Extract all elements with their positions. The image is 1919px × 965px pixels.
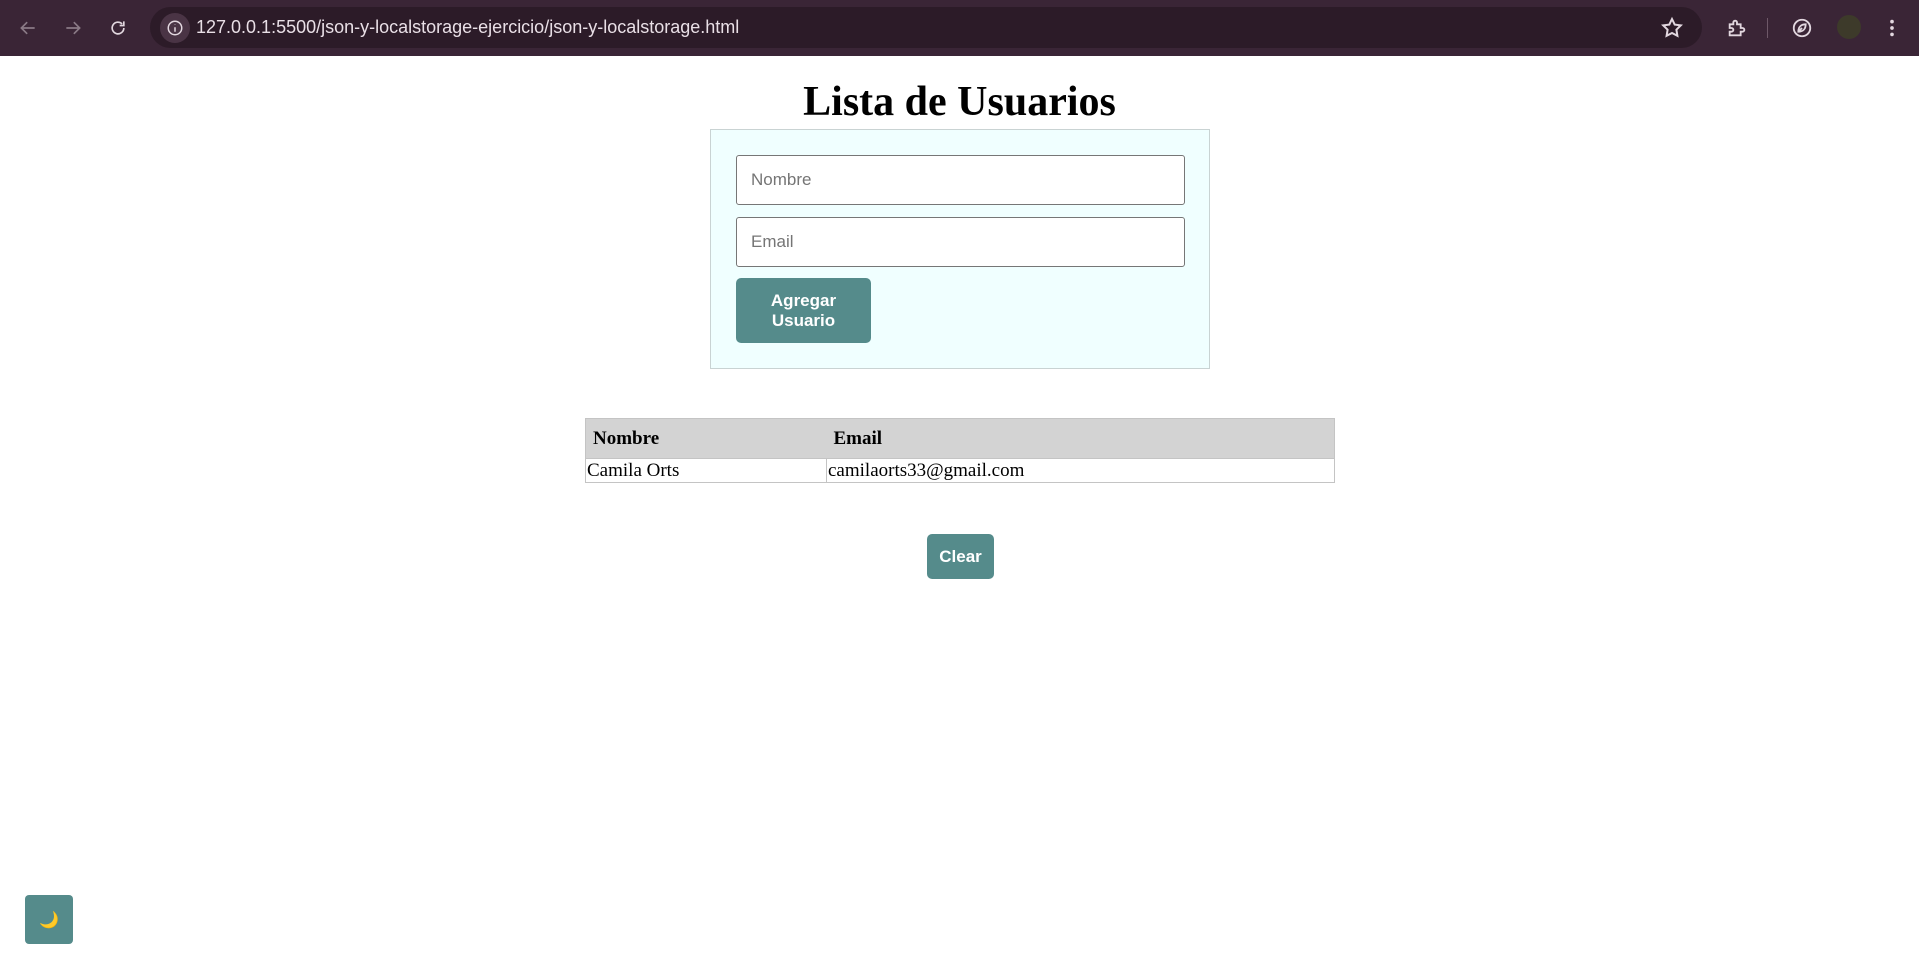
cell-email: camilaorts33@gmail.com (826, 458, 1335, 483)
header-nombre: Nombre (585, 418, 827, 459)
profile-avatar[interactable] (1837, 15, 1861, 39)
url-text[interactable]: 127.0.0.1:5500/json-y-localstorage-ejerc… (196, 7, 739, 48)
performance-button[interactable] (1787, 13, 1817, 43)
puzzle-icon (1728, 19, 1746, 37)
clear-button[interactable]: Clear (927, 534, 994, 579)
user-form: Agregar Usuario (710, 129, 1210, 369)
email-input[interactable] (736, 217, 1185, 267)
table-row: Camila Orts camilaorts33@gmail.com (585, 458, 1335, 483)
table-header-row: Nombre Email (585, 418, 1335, 459)
arrow-right-icon (66, 21, 81, 35)
reload-button[interactable] (102, 12, 134, 44)
leaf-icon (1792, 18, 1812, 38)
reload-icon (111, 21, 125, 35)
page-title: Lista de Usuarios (803, 79, 1116, 125)
nombre-input[interactable] (736, 155, 1185, 205)
theme-toggle-button[interactable]: 🌙 (25, 895, 73, 944)
toolbar-divider (1767, 18, 1768, 38)
cell-nombre: Camila Orts (585, 458, 827, 483)
extensions-button[interactable] (1722, 13, 1752, 43)
header-email: Email (826, 418, 1335, 459)
browser-menu-button[interactable] (1877, 13, 1907, 43)
browser-toolbar: 127.0.0.1:5500/json-y-localstorage-ejerc… (0, 0, 1919, 56)
kebab-menu-icon (1890, 19, 1894, 37)
arrow-left-icon (20, 21, 35, 35)
forward-button[interactable] (57, 12, 89, 44)
users-table: Nombre Email Camila Orts camilaorts33@gm… (585, 418, 1335, 483)
add-user-button[interactable]: Agregar Usuario (736, 278, 871, 343)
site-info-button[interactable] (160, 13, 190, 43)
back-button[interactable] (12, 12, 44, 44)
info-icon (167, 20, 183, 36)
moon-icon: 🌙 (39, 911, 59, 929)
address-bar[interactable]: 127.0.0.1:5500/json-y-localstorage-ejerc… (150, 7, 1702, 48)
star-icon[interactable] (1660, 16, 1684, 40)
